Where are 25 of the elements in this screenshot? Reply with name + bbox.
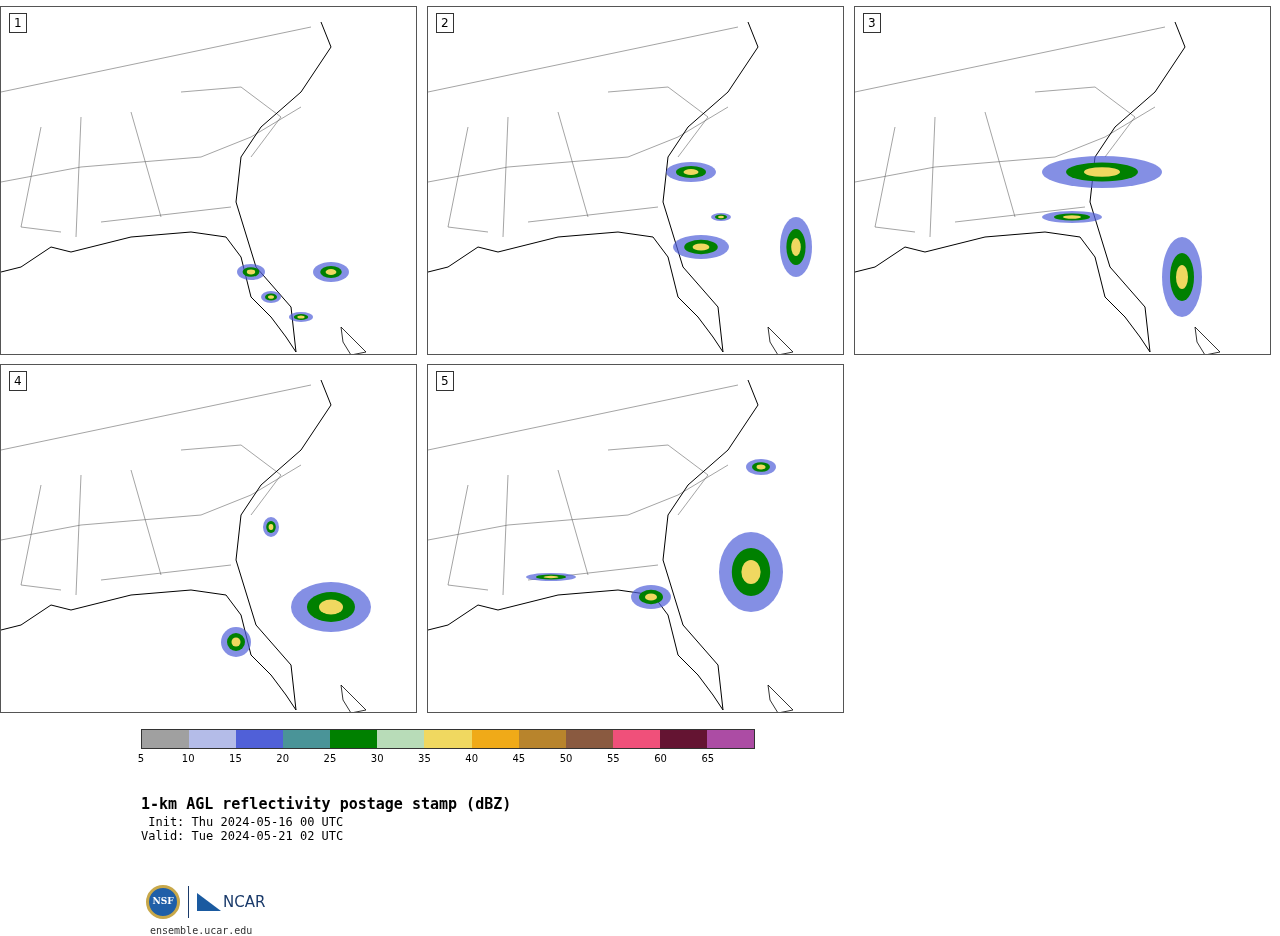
tick-label: 30 (370, 753, 384, 765)
tick-label: 50 (559, 753, 573, 765)
tick-label: 65 (701, 753, 715, 765)
tick-label: 45 (512, 753, 526, 765)
panel-number: 2 (436, 13, 454, 33)
tick-label: 10 (181, 753, 195, 765)
valid-time: Valid: Tue 2024-05-21 02 UTC (141, 829, 345, 843)
tick-label: 40 (465, 753, 478, 765)
ncar-logo: NCAR (197, 890, 266, 914)
panel-number: 4 (9, 371, 27, 391)
panel-number: 3 (863, 13, 881, 33)
tick-label: 25 (323, 753, 337, 765)
panel-number: 5 (436, 371, 454, 391)
chart-title: 1-km AGL reflectivity postage stamp (dBZ) (141, 795, 513, 813)
url-text: ensemble.ucar.edu (150, 924, 254, 936)
triangle-icon (197, 893, 221, 911)
tick-label: 60 (654, 753, 667, 765)
tick-label: 35 (418, 753, 431, 765)
nsf-logo: NSF (146, 885, 180, 919)
tick-label: 55 (607, 753, 620, 765)
tick-label: 20 (276, 753, 290, 765)
init-time: Init: Thu 2024-05-16 00 UTC (147, 815, 345, 829)
tick-label: 5 (137, 753, 145, 765)
panel-number: 1 (9, 13, 27, 33)
tick-label: 15 (229, 753, 242, 765)
